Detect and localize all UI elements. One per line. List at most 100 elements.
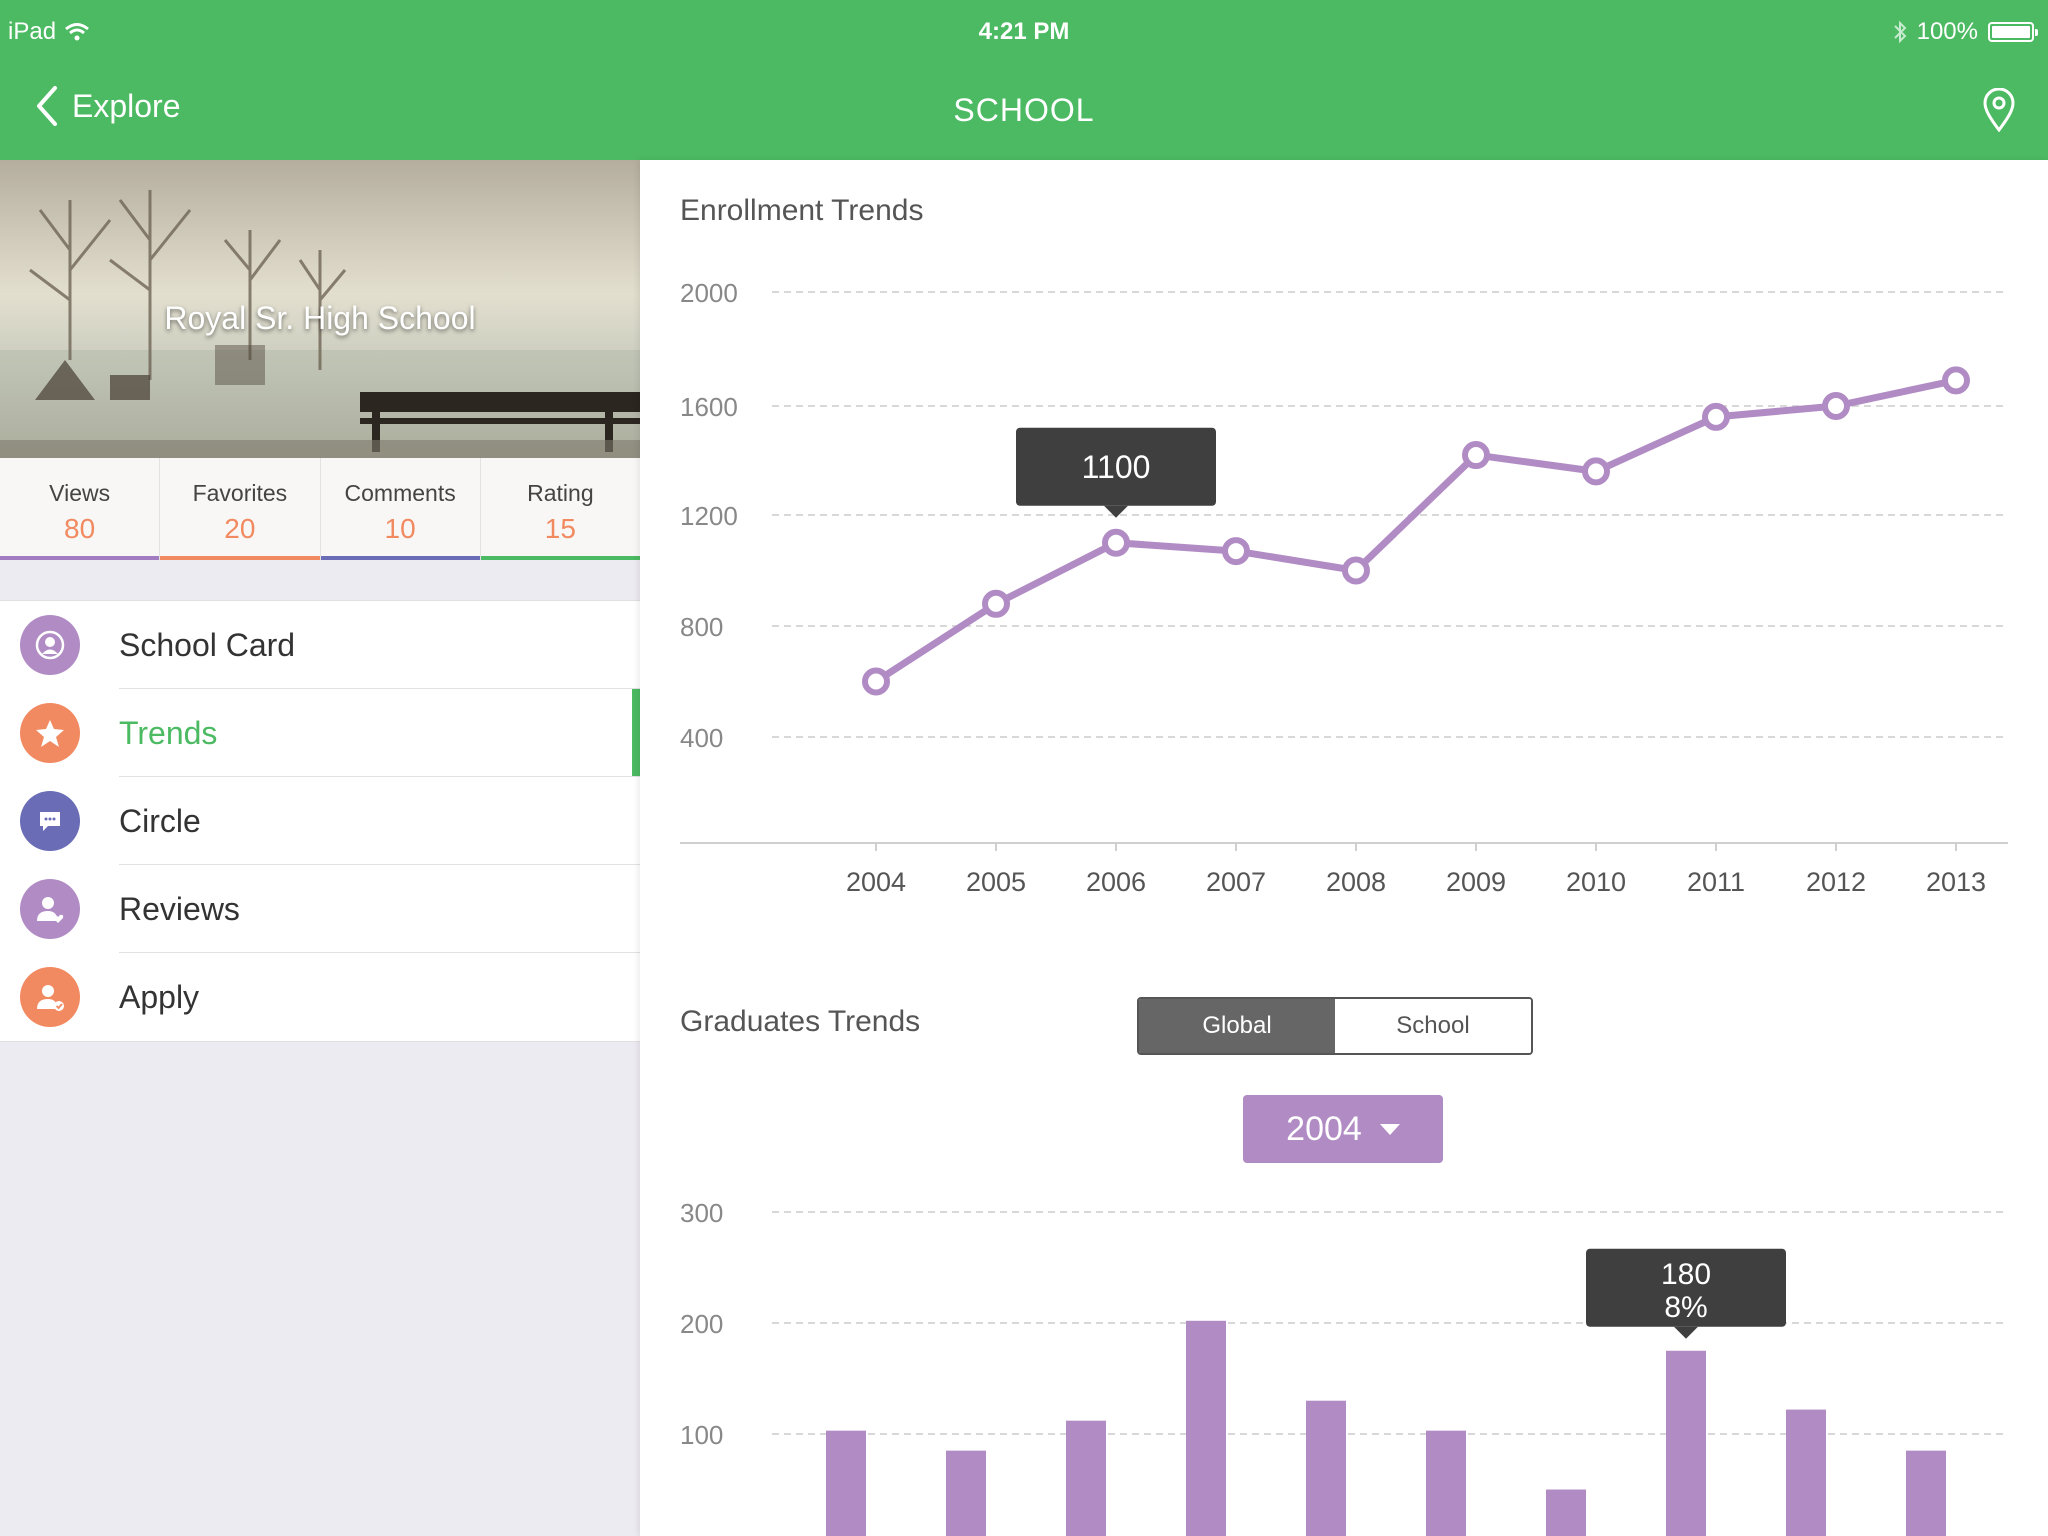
x-tick-label: 2012 (1806, 867, 1866, 897)
y-tick-label: 800 (680, 612, 723, 642)
enrollment-series-line (874, 376, 1957, 685)
stat-views[interactable]: Views 80 (0, 458, 161, 560)
bluetooth-icon (1893, 20, 1907, 44)
bar[interactable] (826, 1430, 866, 1536)
enrollment-tooltip: 1100 (1016, 427, 1216, 518)
data-point[interactable] (1942, 366, 1970, 395)
user-circle-icon (20, 615, 80, 675)
user-check-icon (20, 967, 80, 1027)
bar[interactable] (1306, 1400, 1346, 1536)
stat-value: 10 (384, 513, 416, 544)
bar[interactable] (1186, 1320, 1226, 1536)
menu-item-circle[interactable]: Circle (0, 777, 640, 865)
x-tick-label: 2011 (1687, 867, 1745, 897)
stats-bar: Views 80 Favorites 20 Comments 10 Rating… (0, 458, 640, 560)
menu-label: Apply (119, 978, 200, 1015)
menu-item-apply[interactable]: Apply (0, 953, 640, 1041)
location-pin-icon (1983, 87, 2015, 133)
school-name: Royal Sr. High School (164, 300, 476, 336)
year-dropdown[interactable]: 2004 (1243, 1095, 1443, 1163)
bar[interactable] (1666, 1350, 1706, 1536)
active-indicator (632, 689, 640, 777)
menu-label: School Card (119, 626, 296, 663)
graduates-tooltip: 180 8% (1586, 1248, 1786, 1339)
menu-label: Reviews (119, 890, 240, 927)
data-point[interactable] (1342, 556, 1370, 585)
y-tick-label: 300 (680, 1198, 723, 1228)
menu-label: Circle (119, 802, 201, 839)
caret-down-icon (1379, 1123, 1400, 1135)
x-tick-label: 2008 (1326, 867, 1386, 897)
y-tick-label: 2000 (680, 278, 738, 308)
data-point[interactable] (862, 667, 890, 696)
trends-panel: Enrollment Trends 2004 2005 2006 2007 2008 20… (640, 160, 2048, 1536)
bar[interactable] (1786, 1409, 1826, 1536)
school-cover-image: Royal Sr. High School (0, 160, 640, 458)
menu-item-reviews[interactable]: Reviews (0, 865, 640, 953)
bar[interactable] (1426, 1430, 1466, 1536)
star-icon (20, 703, 80, 763)
chat-icon (20, 791, 80, 851)
enrollment-chart: 2004 2005 2006 2007 2008 2009 2010 2011 2012 2013… (680, 278, 2008, 897)
data-point[interactable] (1822, 392, 1850, 420)
menu-label: Trends (119, 714, 218, 751)
data-point[interactable] (982, 589, 1010, 618)
x-tick-label: 2013 (1926, 867, 1986, 897)
stat-label: Favorites (192, 480, 288, 506)
bar[interactable] (1066, 1420, 1106, 1536)
user-heart-icon (20, 879, 80, 939)
x-tick-label: 2006 (1086, 867, 1146, 897)
stat-underline (0, 556, 160, 560)
bar[interactable] (946, 1450, 986, 1536)
year-value: 2004 (1286, 1109, 1362, 1148)
graduates-chart: 100 200 300 180 8% (680, 1198, 2008, 1536)
graduates-tooltip-value: 180 (1661, 1258, 1711, 1291)
x-tick-label: 2010 (1566, 867, 1626, 897)
graduates-title: Graduates Trends (680, 1005, 921, 1038)
app-header: iPad 4:21 PM 100% Explore SCHOOL (0, 0, 2048, 160)
segment-global[interactable]: Global (1139, 999, 1335, 1053)
left-panel: Royal Sr. High School Views 80 Favorites… (0, 160, 640, 1536)
page-title: SCHOOL (953, 92, 1095, 128)
stat-underline (480, 556, 640, 560)
menu-item-school-card[interactable]: School Card (0, 601, 640, 689)
y-tick-label: 400 (680, 723, 723, 753)
menu-item-trends[interactable]: Trends (0, 689, 640, 777)
data-point[interactable] (1582, 457, 1610, 486)
side-menu: School Card Trends Circle Reviews Apply (0, 600, 640, 1042)
bar[interactable] (1546, 1489, 1586, 1536)
x-tick-label: 2007 (1206, 867, 1266, 897)
stat-underline (160, 556, 320, 560)
data-point[interactable] (1462, 441, 1490, 470)
stat-value: 15 (544, 513, 576, 544)
stat-label: Comments (344, 480, 456, 506)
y-tick-label: 1600 (680, 392, 738, 422)
battery-percent: 100% (1916, 18, 1978, 45)
status-right: 100% (1893, 18, 2038, 46)
stat-favorites[interactable]: Favorites 20 (160, 458, 321, 560)
x-tick-label: 2005 (966, 867, 1026, 897)
data-point[interactable] (1222, 537, 1250, 566)
y-tick-label: 100 (680, 1420, 723, 1450)
scope-segmented-control: Global School (1137, 997, 1533, 1055)
status-time: 4:21 PM (978, 18, 1070, 45)
stat-value: 20 (224, 513, 256, 544)
status-bar: iPad 4:21 PM 100% (0, 0, 2048, 62)
x-tick-label: 2009 (1446, 867, 1506, 897)
data-point[interactable] (1702, 402, 1730, 431)
stat-rating[interactable]: Rating 15 (480, 458, 640, 560)
stat-label: Views (49, 480, 111, 506)
stat-comments[interactable]: Comments 10 (320, 458, 481, 560)
location-button[interactable] (1982, 87, 2016, 137)
bar[interactable] (1906, 1450, 1946, 1536)
segment-school[interactable]: School (1335, 999, 1531, 1053)
data-point[interactable] (1102, 528, 1130, 557)
graduates-tooltip-percent: 8% (1664, 1291, 1707, 1324)
enrollment-tooltip-value: 1100 (1082, 449, 1151, 485)
stat-value: 80 (64, 513, 96, 544)
x-tick-label: 2004 (846, 867, 906, 897)
stat-label: Rating (527, 480, 594, 506)
y-tick-label: 1200 (680, 501, 738, 531)
y-tick-label: 200 (680, 1309, 723, 1339)
battery-icon (1988, 22, 2038, 42)
